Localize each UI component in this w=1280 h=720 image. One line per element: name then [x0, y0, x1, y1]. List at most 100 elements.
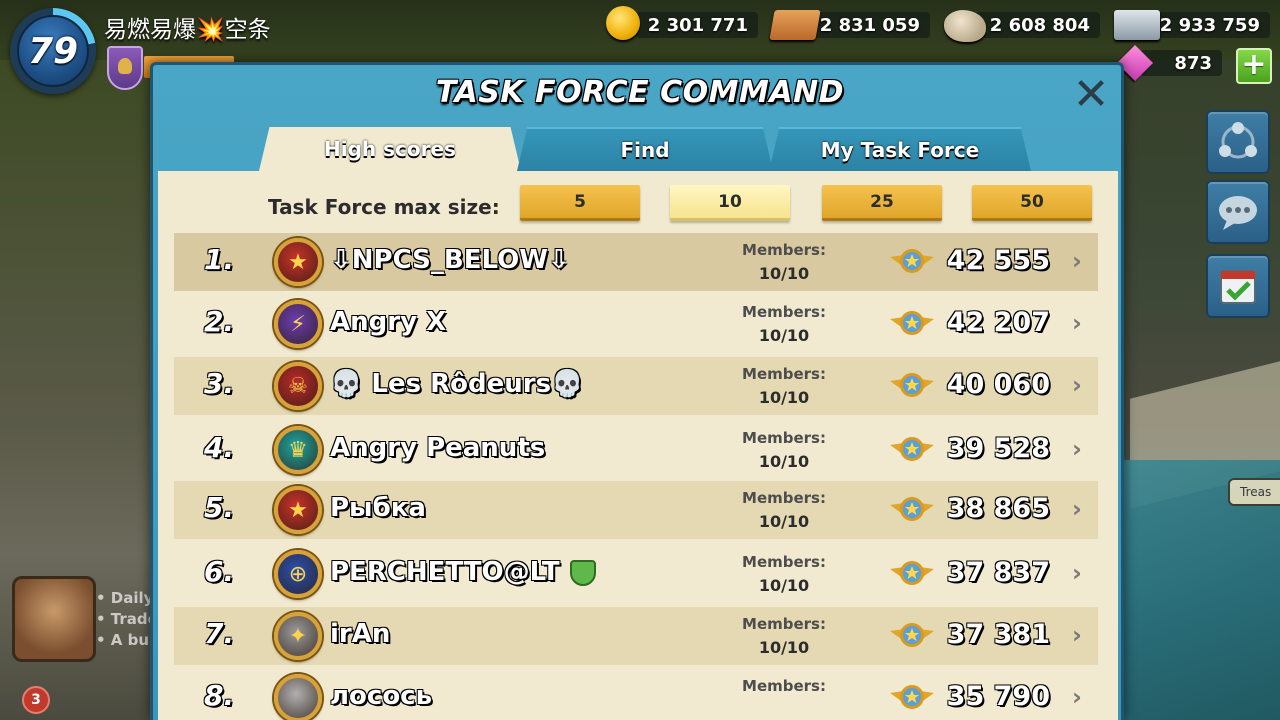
gold-amount: 2 301 771	[636, 12, 758, 38]
iron-ingot-icon	[1114, 10, 1160, 40]
chevron-right-icon[interactable]: ›	[1072, 371, 1082, 399]
stone-icon	[944, 10, 986, 42]
winged-star-icon	[890, 249, 934, 273]
members-count: 10/10	[758, 264, 810, 283]
leaderboard-row[interactable]: 3. ☠ 💀 Les Rôdeurs💀 Members: 10/10 40 060 ›	[174, 357, 1098, 415]
members-label: Members:	[742, 553, 826, 571]
notification-badge[interactable]: 3	[22, 686, 50, 714]
tab-my-task-force[interactable]: My Task Force	[769, 127, 1031, 171]
leaderboard-row[interactable]: 8. лосось Members: 35 790 ›	[174, 669, 1098, 720]
members-info: Members: 10/10	[734, 613, 834, 659]
members-label: Members:	[742, 615, 826, 633]
chevron-right-icon[interactable]: ›	[1072, 309, 1082, 337]
members-count: 10/10	[758, 388, 810, 407]
task-force-name-text: Angry X	[330, 307, 447, 337]
chevron-right-icon[interactable]: ›	[1072, 495, 1082, 523]
chevron-right-icon[interactable]: ›	[1072, 247, 1082, 275]
leaderboard-row[interactable]: 7. ✦ irAn Members: 10/10 37 381 ›	[174, 607, 1098, 665]
high-scores-content: Task Force max size: 5 10 25 50 1. ★ ⇩NPCS…	[158, 171, 1118, 720]
task-force-name-text: Angry Peanuts	[330, 433, 546, 463]
task-force-emblem-icon: ★	[274, 238, 322, 286]
size-option-10[interactable]: 10	[670, 185, 790, 221]
tasks-side-button[interactable]	[1206, 254, 1270, 318]
tab-find[interactable]: Find	[517, 127, 773, 171]
player-level: 79	[17, 15, 89, 87]
buy-diamonds-button[interactable]: +	[1236, 48, 1272, 84]
tab-high-scores[interactable]: High scores	[259, 127, 521, 171]
task-force-name: лосось	[330, 681, 432, 711]
members-info: Members: 10/10	[734, 551, 834, 597]
task-force-name-text: Рыбка	[330, 493, 426, 523]
task-force-panel: TASK FORCE COMMAND ✕ High scores Find My…	[150, 62, 1124, 720]
chevron-right-icon[interactable]: ›	[1072, 683, 1082, 711]
rank-number: 5.	[204, 491, 235, 524]
task-force-name: ⇩NPCS_BELOW⇩	[330, 245, 570, 275]
members-info: Members:	[734, 675, 834, 698]
task-force-score: 38 865	[946, 493, 1050, 524]
task-force-emblem-icon: ✦	[274, 612, 322, 660]
task-force-name: Рыбка	[330, 493, 426, 523]
leaderboard-row[interactable]: 1. ★ ⇩NPCS_BELOW⇩ Members: 10/10 42 555 ›	[174, 233, 1098, 291]
members-info: Members: 10/10	[734, 427, 834, 473]
task-force-score: 39 528	[946, 433, 1050, 464]
advisor-portrait[interactable]	[12, 576, 96, 662]
chevron-right-icon[interactable]: ›	[1072, 435, 1082, 463]
close-icon[interactable]: ✕	[1071, 73, 1111, 117]
members-info: Members: 10/10	[734, 363, 834, 409]
calendar-check-icon	[1220, 270, 1256, 304]
size-option-5[interactable]: 5	[520, 185, 640, 221]
members-count: 10/10	[758, 452, 810, 471]
chat-side-button[interactable]	[1206, 180, 1270, 244]
task-force-emblem-icon: ♛	[274, 426, 322, 474]
task-force-emblem-icon	[274, 674, 322, 720]
winged-star-icon	[890, 623, 934, 647]
members-count: 10/10	[758, 638, 810, 657]
winged-star-icon	[890, 437, 934, 461]
members-label: Members:	[742, 429, 826, 447]
members-info: Members: 10/10	[734, 301, 834, 347]
winged-star-icon	[890, 373, 934, 397]
leaderboard-row[interactable]: 5. ★ Рыбка Members: 10/10 38 865 ›	[174, 481, 1098, 539]
open-task-force-shield-icon	[569, 559, 596, 586]
rank-badge-icon[interactable]	[107, 46, 143, 90]
task-force-name-text: irAn	[330, 619, 391, 649]
rank-number: 6.	[204, 555, 235, 588]
size-option-50[interactable]: 50	[972, 185, 1092, 221]
rank-number: 3.	[204, 367, 235, 400]
panel-title: TASK FORCE COMMAND	[435, 75, 845, 110]
task-force-score: 40 060	[946, 369, 1050, 400]
chevron-right-icon[interactable]: ›	[1072, 559, 1082, 587]
task-force-emblem-icon: ☠	[274, 362, 322, 410]
members-label: Members:	[742, 303, 826, 321]
rank-number: 7.	[204, 617, 235, 650]
gold-coin-icon	[606, 6, 640, 40]
task-force-score: 37 837	[946, 557, 1050, 588]
wood-planks-icon	[769, 10, 821, 40]
winged-star-icon	[890, 497, 934, 521]
map-label[interactable]: Treas	[1228, 478, 1280, 506]
size-option-25[interactable]: 25	[822, 185, 942, 221]
winged-star-icon	[890, 685, 934, 709]
leaderboard-row[interactable]: 6. ⊕ PERCHETTO@LT Members: 10/10 37 837 ›	[174, 545, 1098, 603]
members-count: 10/10	[758, 512, 810, 531]
chevron-right-icon[interactable]: ›	[1072, 621, 1082, 649]
members-label: Members:	[742, 241, 826, 259]
leaderboard-row[interactable]: 2. ⚡ Angry X Members: 10/10 42 207 ›	[174, 295, 1098, 353]
task-force-name: Angry Peanuts	[330, 433, 545, 463]
rank-number: 8.	[204, 679, 235, 712]
xp-ring[interactable]: 79	[10, 8, 96, 94]
rank-number: 1.	[204, 243, 235, 276]
winged-star-icon	[890, 561, 934, 585]
task-force-emblem-icon: ★	[274, 486, 322, 534]
task-force-score: 42 555	[946, 245, 1050, 276]
members-count: 10/10	[758, 326, 810, 345]
task-force-name: PERCHETTO@LT	[330, 557, 596, 587]
task-force-score: 37 381	[946, 619, 1050, 650]
task-force-name-text: ⇩NPCS_BELOW⇩	[330, 245, 570, 275]
task-force-emblem-icon: ⊕	[274, 550, 322, 598]
task-force-side-button[interactable]	[1206, 110, 1270, 174]
winged-star-icon	[890, 311, 934, 335]
leaderboard-row[interactable]: 4. ♛ Angry Peanuts Members: 10/10 39 528 ›	[174, 421, 1098, 479]
rank-number: 4.	[204, 431, 235, 464]
task-force-name-text: 💀 Les Rôdeurs💀	[330, 369, 584, 399]
